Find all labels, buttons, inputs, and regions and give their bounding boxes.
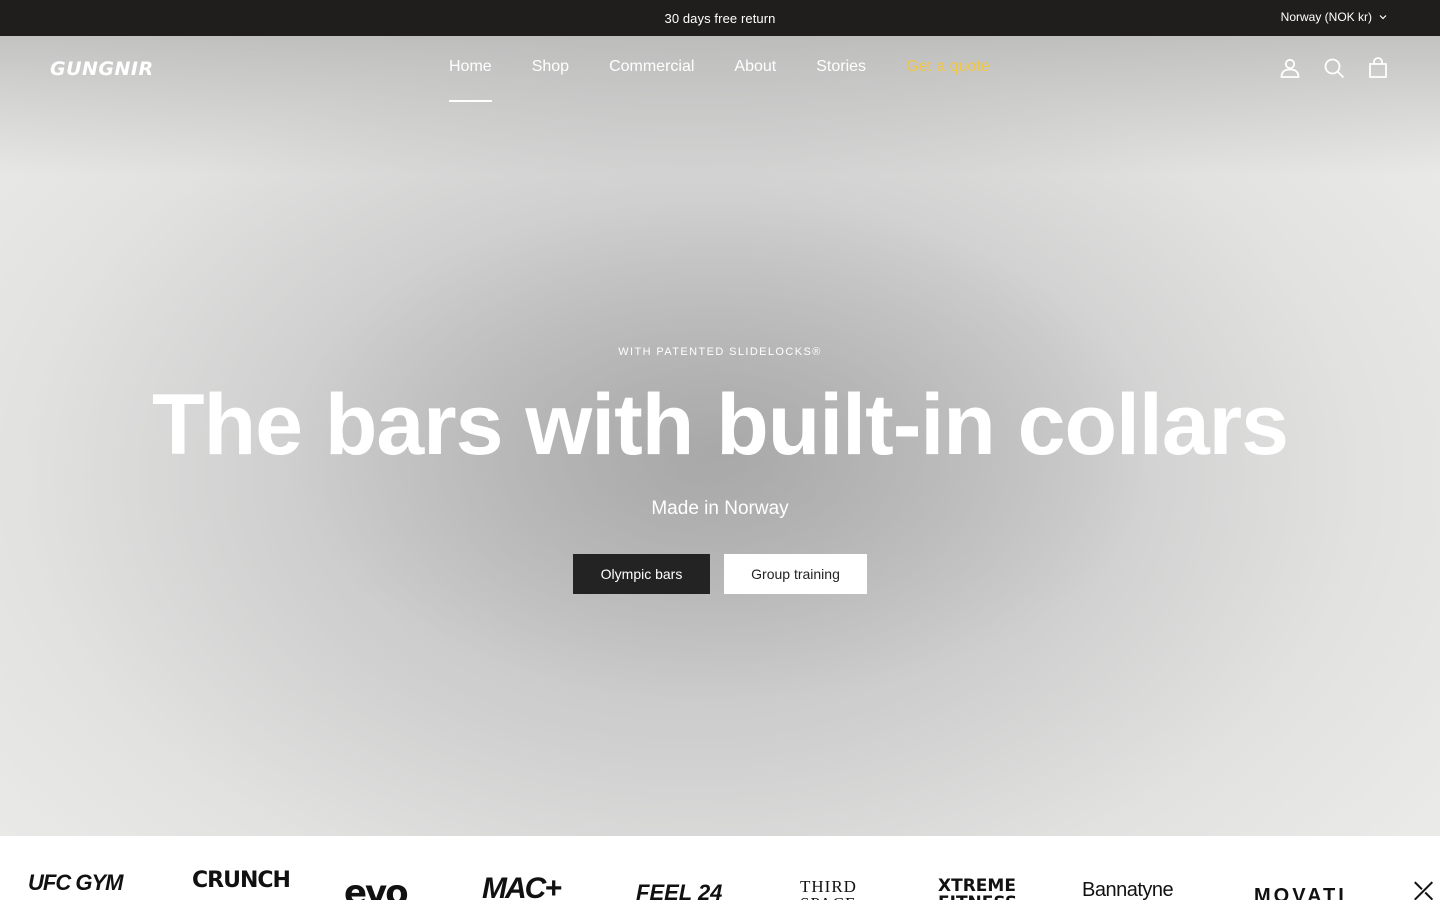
brand-logo-evo: evo	[344, 873, 409, 900]
brand-logo-feel-24: FEEL 24	[636, 880, 723, 900]
hero-banner: WITH PATENTED SLIDELOCKS® The bars with …	[0, 36, 1440, 836]
search-icon[interactable]	[1322, 56, 1346, 80]
nav-item-stories[interactable]: Stories	[816, 58, 866, 102]
brand-logo-movati: MOVATI	[1254, 885, 1347, 900]
olympic-bars-button[interactable]: Olympic bars	[573, 554, 710, 594]
country-selector[interactable]: Norway (NOK kr)	[1281, 10, 1388, 24]
chevron-down-icon	[1379, 15, 1387, 20]
hero-subtitle: Made in Norway	[651, 498, 789, 519]
main-nav: Home Shop Commercial About Stories Get a…	[449, 58, 990, 102]
nav-item-about[interactable]: About	[734, 58, 776, 102]
announcement-text: 30 days free return	[664, 10, 776, 26]
hero-headline: The bars with built-in collars	[152, 377, 1289, 473]
hero-content: WITH PATENTED SLIDELOCKS® The bars with …	[0, 36, 1440, 836]
site-header: GUNGNIR Home Shop Commercial About Stori…	[0, 36, 1440, 104]
group-training-button[interactable]: Group training	[724, 554, 867, 594]
announcement-bar: 30 days free return Norway (NOK kr)	[0, 0, 1440, 36]
nav-item-home[interactable]: Home	[449, 58, 492, 102]
brand-logo-crunch: CRUNCH	[192, 868, 291, 893]
brand-logo-ufc-gym: UFC GYM	[28, 870, 123, 895]
cart-icon[interactable]	[1366, 56, 1390, 80]
partial-brand-icon: ⤫	[1414, 878, 1434, 900]
nav-item-get-a-quote[interactable]: Get a quote	[906, 58, 990, 102]
header-icons	[1278, 56, 1390, 80]
brand-logo-bannatyne: Bannatyne	[1082, 879, 1174, 900]
brand-logo-xtreme-fitness: XTREME FITNESS	[938, 876, 1017, 900]
hero-eyebrow: WITH PATENTED SLIDELOCKS®	[618, 346, 822, 358]
account-icon[interactable]	[1278, 56, 1302, 80]
country-label: Norway (NOK kr)	[1280, 10, 1372, 24]
nav-item-shop[interactable]: Shop	[532, 58, 569, 102]
partner-logos-strip: UFC GYM CRUNCH evo MAC+ FEEL 24 THIRD SP…	[0, 836, 1440, 900]
brand-logo-third-space: THIRD SPACE	[800, 877, 857, 900]
brand-logo-mac: MAC+	[482, 872, 562, 900]
hero-cta-group: Olympic bars Group training	[573, 554, 867, 594]
nav-item-commercial[interactable]: Commercial	[609, 58, 694, 102]
site-logo[interactable]: GUNGNIR	[50, 58, 154, 80]
